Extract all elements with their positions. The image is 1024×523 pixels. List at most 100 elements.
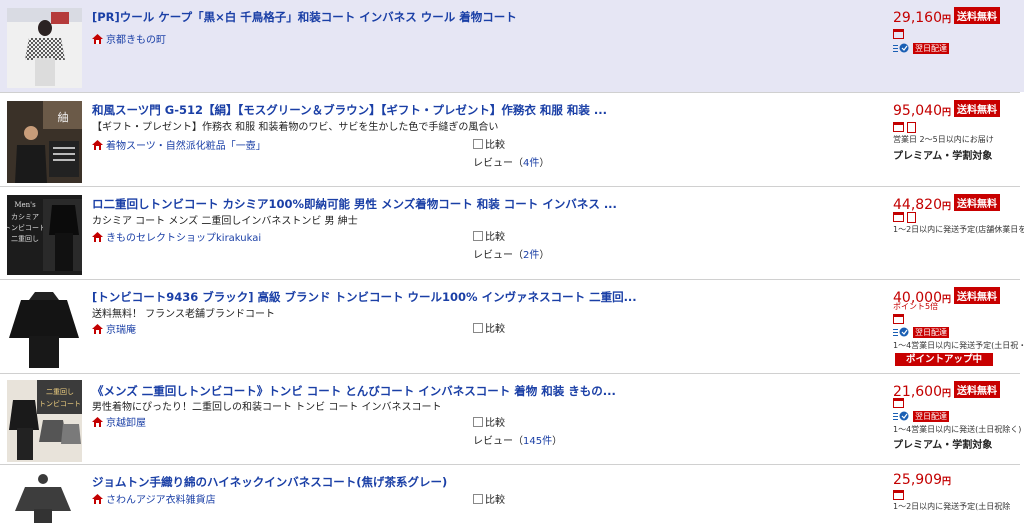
listing-row-pr[interactable]: [PR]ウール ケープ「黒×白 千鳥格子」和装コート インバネス ウール 着物コ…: [0, 0, 1024, 92]
review-count[interactable]: 2件: [523, 250, 539, 261]
product-thumbnail[interactable]: 紬: [7, 101, 82, 183]
yen-unit: 円: [942, 295, 952, 305]
next-day-badge: 翌日配達: [913, 43, 949, 54]
review-link[interactable]: レビュー（2件）: [473, 246, 549, 261]
service-icons: [893, 27, 907, 40]
shop-link[interactable]: 京都きもの町: [92, 31, 166, 46]
review-count[interactable]: 145件: [523, 436, 552, 447]
card-icon: [893, 122, 904, 132]
gift-icon: [907, 211, 916, 223]
card-icon: [893, 490, 904, 500]
shop-name: 京都きもの町: [106, 35, 166, 46]
free-shipping-badge: 送料無料: [954, 194, 1001, 211]
compare-label: 比較: [485, 495, 505, 506]
price: 21,600円 送料無料: [893, 381, 1001, 400]
product-thumbnail[interactable]: Men's カシミア トンビコート 二重回し: [7, 195, 82, 275]
compare-label: 比較: [485, 418, 505, 429]
yen-unit: 円: [942, 108, 952, 118]
checkbox[interactable]: [473, 139, 483, 149]
premium-label: プレミアム・学割対象: [893, 440, 993, 451]
svg-text:Men's: Men's: [14, 201, 36, 209]
compare-checkbox[interactable]: 比較: [473, 228, 505, 243]
checkbox[interactable]: [473, 323, 483, 333]
product-thumbnail[interactable]: [7, 8, 82, 88]
delivery-note: 1～4営業日以内に発送(土日祝除く): [893, 425, 1022, 434]
listing-row[interactable]: 二重回し トンビコート 《メンズ 二重回しトンビコート》トンビ コート とんびコ…: [0, 374, 1024, 464]
product-title-link[interactable]: 《メンズ 二重回しトンビコート》トンビ コート とんびコート インバネスコート …: [92, 383, 616, 399]
delivery-icon: [893, 43, 909, 53]
shop-link[interactable]: さわんアジア衣料雑貨店: [92, 491, 216, 506]
point-up-banner[interactable]: ポイントアップ中: [895, 353, 993, 366]
compare-label: 比較: [485, 140, 505, 151]
delivery-icon: [893, 411, 909, 421]
review-close: ）: [552, 436, 563, 447]
review-count[interactable]: 4件: [523, 158, 539, 169]
shop-name: さわんアジア衣料雑貨店: [106, 495, 216, 506]
compare-checkbox[interactable]: 比較: [473, 491, 505, 506]
home-icon: [92, 232, 103, 242]
listing-row[interactable]: Men's カシミア トンビコート 二重回し ロ二重回しトンビコート カシミア1…: [0, 187, 1024, 278]
review-link[interactable]: レビュー（4件）: [473, 154, 549, 169]
shop-link[interactable]: きものセレクトショップkirakukai: [92, 229, 261, 244]
price-value: 25,909: [893, 472, 942, 488]
compare-checkbox[interactable]: 比較: [473, 320, 505, 335]
review-close: ）: [539, 158, 550, 169]
price-value: 29,160: [893, 10, 942, 26]
price-value: 95,040: [893, 103, 942, 119]
shop-name: 着物スーツ・自然派化粧品「一壺」: [106, 141, 266, 152]
checkbox[interactable]: [473, 417, 483, 427]
home-icon: [92, 34, 103, 44]
product-title-link[interactable]: ロ二重回しトンビコート カシミア100%即納可能 男性 メンズ着物コート 和装 …: [92, 196, 617, 212]
shop-name: きものセレクトショップkirakukai: [106, 233, 262, 244]
svg-text:トンビコート: トンビコート: [7, 223, 46, 232]
product-thumbnail[interactable]: 二重回し トンビコート: [7, 380, 82, 462]
compare-checkbox[interactable]: 比較: [473, 414, 505, 429]
svg-text:カシミア: カシミア: [11, 213, 39, 221]
review-label: レビュー（: [473, 158, 523, 169]
listing-row[interactable]: 紬 和風スーツ門 G-512【絹】【モスグリーン＆ブラウン】【ギフト・プレゼント…: [0, 93, 1024, 185]
svg-text:トンビコート: トンビコート: [39, 399, 81, 408]
delivery-icon: [893, 327, 909, 337]
compare-checkbox[interactable]: 比較: [473, 136, 505, 151]
service-icons: [893, 210, 919, 223]
review-link[interactable]: レビュー（145件）: [473, 432, 562, 447]
review-label: レビュー（: [473, 436, 523, 447]
free-shipping-badge: 送料無料: [954, 7, 1001, 24]
free-shipping-badge: 送料無料: [954, 287, 1001, 304]
yen-unit: 円: [942, 15, 952, 25]
svg-text:二重回し: 二重回し: [46, 388, 74, 396]
svg-text:二重回し: 二重回し: [11, 235, 39, 243]
compare-label: 比較: [485, 232, 505, 243]
product-title-link[interactable]: [PR]ウール ケープ「黒×白 千鳥格子」和装コート インバネス ウール 着物コ…: [92, 9, 517, 25]
product-title-link[interactable]: 和風スーツ門 G-512【絹】【モスグリーン＆ブラウン】【ギフト・プレゼント】作…: [92, 102, 607, 118]
svg-text:紬: 紬: [58, 110, 69, 124]
gift-icon: [907, 121, 916, 133]
card-icon: [893, 29, 904, 39]
shop-link[interactable]: 京越卸屋: [92, 414, 146, 429]
product-description: カシミア コート メンズ 二重回しインバネストンビ 男 紳士: [92, 216, 358, 227]
shop-link[interactable]: 着物スーツ・自然派化粧品「一壺」: [92, 137, 266, 152]
service-icons: [893, 120, 919, 133]
free-shipping-badge: 送料無料: [954, 381, 1001, 398]
checkbox[interactable]: [473, 231, 483, 241]
checkbox[interactable]: [473, 494, 483, 504]
product-description: 【ギフト・プレゼント】作務衣 和服 和装着物のワビ、サビを生かした色で手縫ぎの風…: [92, 122, 499, 133]
next-day-badge: 翌日配達: [913, 411, 949, 422]
review-close: ）: [539, 250, 550, 261]
home-icon: [92, 417, 103, 427]
shop-link[interactable]: 京瑞庵: [92, 321, 136, 336]
next-day-delivery: 翌日配達: [893, 410, 949, 423]
service-icons: [893, 312, 907, 325]
premium-label: プレミアム・学割対象: [893, 151, 993, 162]
listing-row[interactable]: ジョムトン手織り綿のハイネックインバネスコート(焦げ茶系グレー) さわんアジア衣…: [0, 465, 1024, 523]
product-thumbnail[interactable]: [7, 471, 82, 523]
service-icons: [893, 488, 907, 501]
product-thumbnail[interactable]: [7, 286, 82, 370]
price: 25,909円: [893, 472, 951, 488]
product-title-link[interactable]: [トンビコート9436 ブラック] 高級 ブランド トンビコート ウール100%…: [92, 289, 637, 305]
card-icon: [893, 212, 904, 222]
product-title-link[interactable]: ジョムトン手織り綿のハイネックインバネスコート(焦げ茶系グレー): [92, 474, 447, 490]
listing-row[interactable]: [トンビコート9436 ブラック] 高級 ブランド トンビコート ウール100%…: [0, 280, 1024, 374]
review-label: レビュー（: [473, 250, 523, 261]
next-day-badge: 翌日配達: [913, 327, 949, 338]
